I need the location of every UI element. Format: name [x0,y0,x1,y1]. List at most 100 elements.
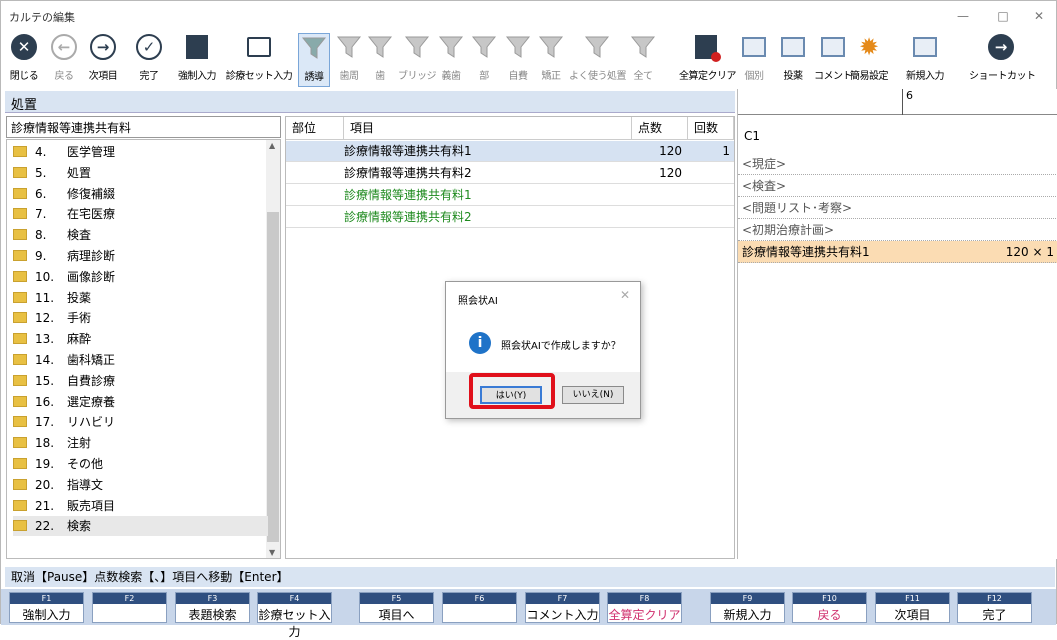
tree-item-number: 16. [35,394,55,409]
maximize-button[interactable]: □ [983,5,1023,27]
fkey-f12[interactable]: F12 完了 [957,592,1032,623]
table-row[interactable]: 診療情報等連携共有料2 120 [286,163,734,184]
toolbar-button-21[interactable]: 新規入力 [901,33,949,87]
tree-item[interactable]: 19. その他 [13,454,268,474]
toolbar-button-3[interactable]: ✓ 完了 [129,33,169,87]
toolbar-button-16[interactable]: 全算定クリア [679,33,737,87]
tree-item[interactable]: 22. 検索 [13,516,268,537]
toolbar-button-11[interactable]: 部 [471,33,497,87]
toolbar-button-20[interactable]: ✹ 簡易設定 [849,33,889,87]
fkey-f6[interactable]: F6 [442,592,517,623]
fkey-f8[interactable]: F8 全算定クリア [607,592,682,623]
col-header-points[interactable]: 点数 [632,117,688,140]
fkey-f11[interactable]: F11 次項目 [875,592,950,623]
tree-item[interactable]: 21. 販売項目 [13,496,268,516]
close-window-button[interactable]: ✕ [1019,5,1057,27]
fkey-label: 新規入力 [723,608,772,622]
toolbar-button-19[interactable]: コメント [813,33,853,87]
toolbar-button-8[interactable]: 歯 [367,33,393,87]
tree-item[interactable]: 16. 選定療養 [13,392,268,412]
tree-item[interactable]: 6. 修復補綴 [13,184,268,204]
dialog-close-icon[interactable]: ✕ [620,288,630,302]
toolbar-button-17[interactable]: 個別 [739,33,769,87]
tree-item-number: 8. [35,228,47,243]
tree-item[interactable]: 5. 処置 [13,163,268,183]
fkey-f7[interactable]: F7 コメント入力 [525,592,600,623]
tree-item[interactable]: 17. リハビリ [13,412,268,432]
tree-item-label: 検索 [67,519,92,534]
minimize-button[interactable]: — [943,5,983,27]
tree-scrollbar[interactable]: ▲ ▼ [266,140,280,558]
tree-item-label: 麻酔 [67,332,92,347]
record-entry[interactable]: 診療情報等連携共有料1 120 × 1 [738,241,1057,263]
col-header-count[interactable]: 回数 [688,117,734,140]
record-section[interactable]: <現症> [738,153,1057,175]
tree-item[interactable]: 20. 指導文 [13,475,268,495]
toolbar-button-5[interactable]: 診療セット入力 [223,33,295,87]
grid-icon [740,33,768,61]
toolbar-button-0[interactable]: ✕ 閉じる [5,33,43,87]
toolbar-button-22[interactable]: → ショートカット [969,33,1036,87]
tree-item[interactable]: 14. 歯科矯正 [13,350,268,370]
tree-item-number: 12. [35,311,55,326]
tree-item[interactable]: 15. 自費診療 [13,371,268,391]
table-row[interactable]: 診療情報等連携共有料1 [286,185,734,206]
toolbar-button-10[interactable]: 義歯 [435,33,467,87]
col-header-part[interactable]: 部位 [286,117,344,140]
table-row[interactable]: 診療情報等連携共有料2 [286,207,734,228]
tree-item[interactable]: 4. 医学管理 [13,142,268,162]
tree-item[interactable]: 13. 麻酔 [13,329,268,349]
fkey-f1[interactable]: F1 強制入力 [9,592,84,623]
no-button[interactable]: いいえ(N) [562,386,624,404]
toolbar-button-15[interactable]: 全て [625,33,661,87]
record-section[interactable]: <問題リスト･考察> [738,197,1057,219]
toolbar-button-7[interactable]: 歯周 [335,33,363,87]
tree-item[interactable]: 7. 在宅医療 [13,204,268,224]
fkey-label: 完了 [982,608,1007,622]
toolbar-button-9[interactable]: ブリッジ [397,33,437,87]
toolbar-button-13[interactable]: 矯正 [536,33,566,87]
fkey-f9[interactable]: F9 新規入力 [710,592,785,623]
fkey-f10[interactable]: F10 戻る [792,592,867,623]
toolbar-button-2[interactable]: → 次項目 [81,33,125,87]
tree-item[interactable]: 18. 注射 [13,433,268,453]
tree-scroll-thumb[interactable] [267,212,279,542]
fkey-f2[interactable]: F2 [92,592,167,623]
tree-item[interactable]: 12. 手術 [13,308,268,328]
points-cell: 120 [659,144,682,158]
toolbar-button-12[interactable]: 自費 [503,33,533,87]
tree-item[interactable]: 10. 画像診断 [13,267,268,287]
fkey-f5[interactable]: F5 項目へ [359,592,434,623]
tree-item-label: 医学管理 [67,145,116,159]
points-cell: 120 [659,166,682,180]
tree-item-label: 販売項目 [67,498,116,513]
tree-item[interactable]: 8. 検査 [13,225,268,245]
shortcut-arrow-icon: → [987,33,1015,61]
toolbar-button-18[interactable]: 投薬 [777,33,809,87]
tree-item[interactable]: 9. 病理診断 [13,246,268,266]
record-section[interactable]: <初期治療計画> [738,219,1057,241]
toolbar-button-1[interactable]: ← 戻る [49,33,79,87]
toolbar-label: 矯正 [541,71,562,82]
folder-icon [13,187,27,199]
entry-value: 120 × 1 [1005,245,1054,259]
fkey-code: F6 [443,593,516,604]
search-input[interactable]: 診療情報等連携共有料 [6,116,281,138]
fkey-label: 強制入力 [22,608,71,622]
scroll-down-icon[interactable]: ▼ [269,548,275,557]
fkey-f4[interactable]: F4 診療セット入力 [257,592,332,639]
col-header-item[interactable]: 項目 [344,117,632,140]
toolbar-button-6[interactable]: 誘導 [298,33,330,87]
fkey-f3[interactable]: F3 表題検索 [175,592,250,623]
folder-icon [245,33,273,61]
toolbar-button-14[interactable]: よく使う処置 [569,33,627,87]
title-bar: カルテの編集 — □ ✕ [1,1,1056,31]
scroll-up-icon[interactable]: ▲ [269,141,275,150]
status-bar: 取消【Pause】点数検索【、】項目へ移動【Enter】 [5,567,1055,587]
table-row[interactable]: 診療情報等連携共有料1 120 1 [286,141,734,162]
record-section[interactable]: <検査> [738,175,1057,197]
toolbar-button-4[interactable]: 強制入力 [173,33,221,87]
tree-item-number: 20. [35,477,55,492]
tree-item-label: 修復補綴 [67,186,116,201]
tree-item[interactable]: 11. 投薬 [13,288,268,308]
